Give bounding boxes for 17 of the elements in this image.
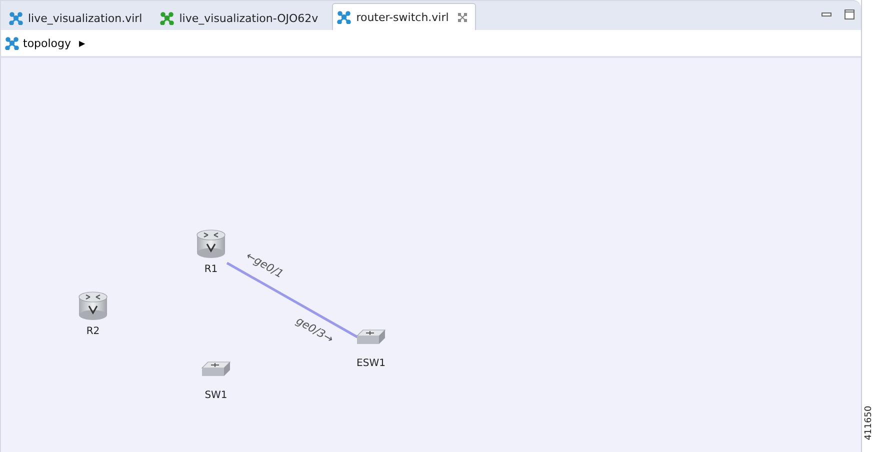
node-label: ESW1: [356, 358, 386, 369]
editor-tab[interactable]: live_visualization.virl: [5, 6, 150, 30]
topology-icon: [5, 36, 19, 50]
maximize-icon[interactable]: [844, 9, 855, 20]
node-label: SW1: [204, 390, 228, 401]
editor-tab[interactable]: router-switch.virl: [332, 3, 476, 30]
switch-icon[interactable]: [356, 330, 386, 344]
switch-icon[interactable]: [201, 362, 231, 376]
router-icon[interactable]: [78, 292, 108, 320]
router-icon[interactable]: [196, 230, 226, 258]
node-label: R2: [86, 326, 100, 337]
figure-number: 411650: [864, 406, 874, 440]
editor-tab[interactable]: live_visualization-OJO62v: [156, 6, 326, 30]
close-icon[interactable]: [458, 12, 467, 22]
breadcrumb-item[interactable]: topology: [23, 36, 72, 50]
node-label: R1: [204, 264, 218, 275]
breadcrumb-arrow[interactable]: ▶: [79, 38, 86, 48]
